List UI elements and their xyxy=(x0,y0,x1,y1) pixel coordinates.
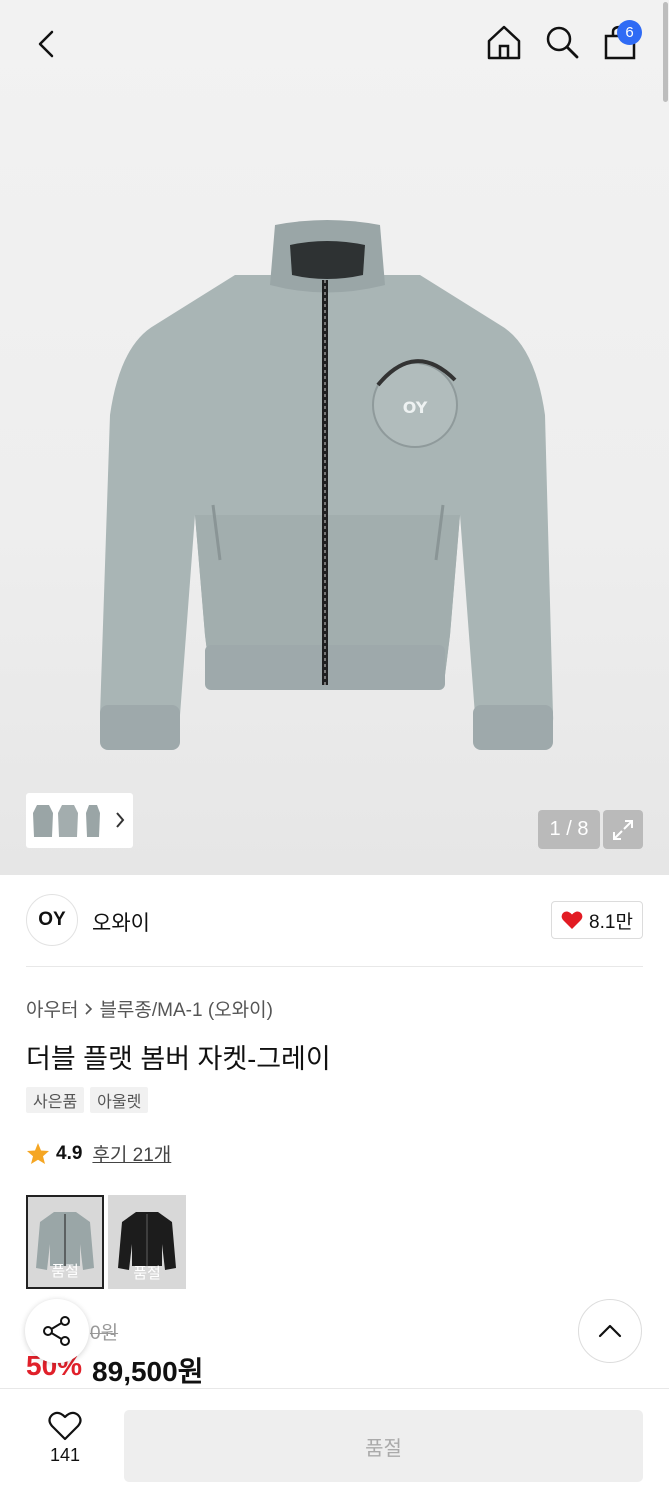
heart-outline-icon xyxy=(48,1411,82,1441)
rating-score: 4.9 xyxy=(56,1142,83,1164)
search-button[interactable] xyxy=(540,20,584,64)
product-image: OY xyxy=(100,220,554,750)
product-image-gallery[interactable]: OY 6 1 / 8 xyxy=(0,0,669,875)
star-icon xyxy=(27,1143,49,1164)
thumbnail[interactable] xyxy=(32,801,54,841)
rating-row: 4.9 후기 21개 xyxy=(26,1140,171,1167)
wishlist-count: 141 xyxy=(49,1445,81,1465)
expand-icon xyxy=(613,819,633,840)
tag-gift: 사은품 xyxy=(26,1087,85,1113)
breadcrumb-category[interactable]: 아우터 xyxy=(26,995,78,1022)
image-counter: 1 / 8 xyxy=(538,810,600,849)
back-icon xyxy=(38,30,54,58)
thumbnail-strip[interactable] xyxy=(26,793,133,848)
brand-logo[interactable]: OY xyxy=(26,894,78,946)
tag-outlet: 아울렛 xyxy=(90,1087,149,1113)
brand-row: OY 오와이 8.1만 xyxy=(26,894,643,946)
brand-like-count: 8.1만 xyxy=(589,911,633,933)
thumbnail[interactable] xyxy=(82,801,104,841)
sold-out-button[interactable]: 품절 xyxy=(124,1410,643,1482)
home-button[interactable] xyxy=(482,20,526,64)
chevron-up-icon xyxy=(598,1324,622,1338)
sold-out-label: 품절 xyxy=(51,1263,79,1280)
chevron-right-icon[interactable] xyxy=(115,811,125,829)
wishlist-button[interactable]: 141 xyxy=(30,1411,100,1466)
product-title: 더블 플랫 봄버 자켓-그레이 xyxy=(26,1044,331,1074)
brand-like-button[interactable]: 8.1만 xyxy=(551,901,643,939)
sale-price: 89,500원 xyxy=(92,1356,204,1387)
sold-out-label: 품절 xyxy=(133,1265,161,1282)
color-options: 품절 품절 xyxy=(26,1195,186,1289)
back-button[interactable] xyxy=(24,22,68,66)
original-price: 0원 xyxy=(90,1323,119,1344)
jacket-logo: OY xyxy=(403,398,428,417)
brand-name[interactable]: 오와이 xyxy=(92,907,150,937)
review-link[interactable]: 후기 21개 xyxy=(92,1140,171,1167)
color-option-gray[interactable]: 품절 xyxy=(26,1195,104,1289)
expand-button[interactable] xyxy=(603,810,643,849)
bottom-action-bar: 141 품절 xyxy=(0,1388,669,1500)
product-tags: 사은품 아울렛 xyxy=(26,1087,149,1113)
breadcrumb-subcategory[interactable]: 블루종/MA-1 (오와이) xyxy=(99,995,273,1022)
color-option-black[interactable]: 품절 xyxy=(108,1195,186,1289)
breadcrumb: 아우터 블루종/MA-1 (오와이) xyxy=(26,995,273,1022)
chevron-right-icon xyxy=(85,1002,93,1015)
heart-filled-icon xyxy=(561,911,583,929)
divider xyxy=(26,966,643,967)
top-navigation-bar: 6 xyxy=(0,0,669,88)
thumbnail[interactable] xyxy=(57,801,79,841)
home-icon xyxy=(487,25,521,60)
cart-count-badge: 6 xyxy=(617,20,642,45)
share-button[interactable] xyxy=(25,1299,89,1363)
scroll-top-button[interactable] xyxy=(578,1299,642,1363)
share-icon xyxy=(43,1316,70,1346)
search-icon xyxy=(546,26,579,59)
